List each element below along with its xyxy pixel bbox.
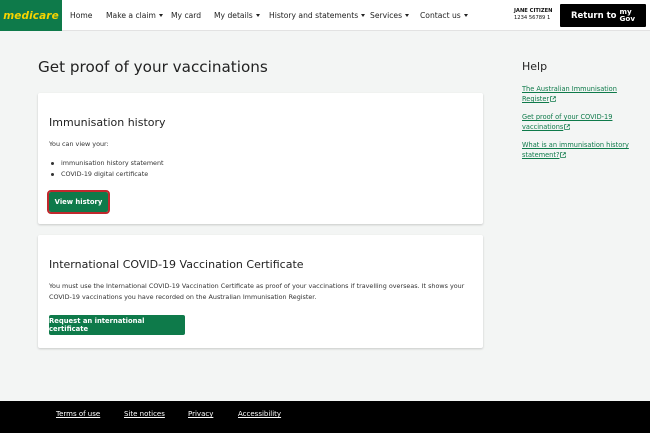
footer-link-terms-of-use[interactable]: Terms of use [56,410,100,418]
chevron-down-icon [463,14,468,17]
user-id: 1234 56789 1 [514,15,551,21]
mygov-logo-bottom: Gov [619,13,636,23]
chevron-down-icon [361,14,366,17]
help-link-australian-immunisation-register[interactable]: The Australian Immunisation Register [522,84,638,104]
footer: Terms of use Site notices Privacy Access… [0,401,650,433]
immunisation-history-card: Immunisation history You can view your: … [38,93,483,224]
view-history-button[interactable]: View history [47,190,110,214]
external-link-icon [560,152,567,158]
nav-label: Contact us [420,11,461,20]
chevron-down-icon [158,14,163,17]
bullet-list: immunisation history statement COVID-19 … [51,158,164,180]
footer-link-accessibility[interactable]: Accessibility [238,410,281,418]
nav-make-a-claim[interactable]: Make a claim [106,0,163,31]
mygov-logo: my Gov [619,8,636,23]
help-title: Help [522,60,548,73]
nav-label: Home [70,11,93,20]
mygov-button-label: Return to [570,10,617,21]
nav-services[interactable]: Services [370,0,410,31]
chevron-down-icon [255,14,260,17]
nav-label: My details [214,11,253,20]
return-to-mygov-button[interactable]: Return to my Gov [560,4,646,27]
help-link-label: What is an immunisation history statemen… [522,141,629,159]
help-link-proof-of-covid-vaccinations[interactable]: Get proof of your COVID-19 vaccinations [522,112,638,132]
help-link-label: The Australian Immunisation Register [522,85,617,103]
footer-link-privacy[interactable]: Privacy [188,410,213,418]
list-item: COVID-19 digital certificate [51,169,164,180]
nav-contact-us[interactable]: Contact us [420,0,468,31]
external-link-icon [550,96,556,102]
nav-home[interactable]: Home [70,0,92,31]
chevron-down-icon [405,14,410,17]
card-title: Immunisation history [49,116,166,129]
page-title: Get proof of your vaccinations [38,58,268,76]
nav-my-card[interactable]: My card [171,0,201,31]
medicare-logo[interactable]: medicare [0,0,62,31]
nav-my-details[interactable]: My details [214,0,260,31]
list-item: immunisation history statement [51,158,164,169]
help-link-what-is-immunisation-history[interactable]: What is an immunisation history statemen… [522,140,638,160]
card-text: You can view your: [49,140,109,148]
user-name: JANE CITIZEN [514,8,553,14]
footer-link-site-notices[interactable]: Site notices [124,410,165,418]
user-info: JANE CITIZEN 1234 56789 1 [514,8,553,22]
external-link-icon [564,124,571,130]
request-international-certificate-button[interactable]: Request an international certificate [49,315,185,335]
top-navigation-bar: medicare Home Make a claim My card My de… [0,0,650,31]
international-certificate-card: International COVID-19 Vaccination Certi… [38,235,483,348]
nav-history-and-statements[interactable]: History and statements [269,0,366,31]
card-text: You must use the International COVID-19 … [49,282,465,301]
nav-label: Make a claim [106,11,156,20]
nav-label: Services [370,11,403,20]
nav-label: History and statements [269,11,359,20]
card-title: International COVID-19 Vaccination Certi… [49,258,304,271]
nav-label: My card [171,11,202,20]
